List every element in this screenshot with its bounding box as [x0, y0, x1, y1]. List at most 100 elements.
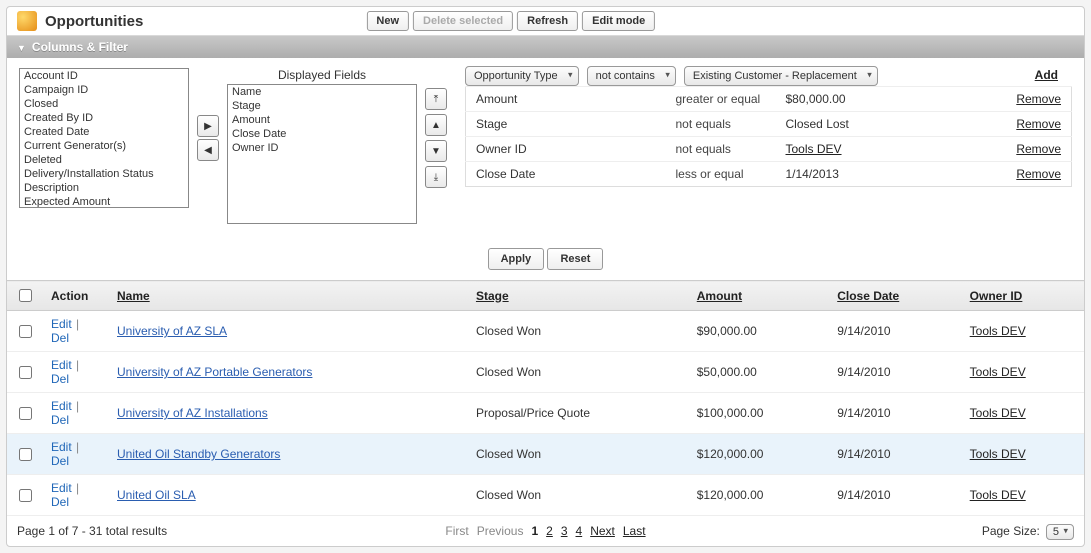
displayed-fields-label: Displayed Fields	[278, 68, 366, 82]
available-field-option[interactable]: Expected Amount	[20, 195, 188, 208]
row-delete-link[interactable]: Del	[51, 495, 69, 509]
columns-filter-toggle[interactable]: Columns & Filter	[7, 36, 1084, 58]
available-field-option[interactable]: Created By ID	[20, 111, 188, 125]
displayed-fields-list[interactable]: NameStageAmountClose DateOwner ID	[227, 84, 417, 224]
filter-field-select[interactable]: Opportunity Type	[465, 66, 579, 86]
move-up-button[interactable]: ▲	[425, 114, 447, 136]
pager-page-4[interactable]: 4	[576, 524, 583, 538]
pager-next[interactable]: Next	[590, 524, 615, 538]
pager-page-1[interactable]: 1	[531, 524, 538, 538]
move-right-button[interactable]: ▶	[197, 115, 219, 137]
row-owner-link[interactable]: Tools DEV	[970, 447, 1026, 461]
filter-value: $80,000.00	[786, 92, 846, 106]
page-size-select[interactable]: 5	[1046, 524, 1074, 540]
displayed-field-option[interactable]: Close Date	[228, 127, 416, 141]
filter-value-select[interactable]: Existing Customer - Replacement	[684, 66, 878, 86]
row-name-link[interactable]: University of AZ SLA	[117, 324, 227, 338]
displayed-field-option[interactable]: Name	[228, 85, 416, 99]
filter-remove-link[interactable]: Remove	[1016, 167, 1061, 181]
row-edit-link[interactable]: Edit	[51, 317, 72, 331]
pager-first[interactable]: First	[445, 524, 468, 538]
edit-mode-button[interactable]: Edit mode	[582, 11, 655, 31]
available-field-option[interactable]: Created Date	[20, 125, 188, 139]
filter-value-link[interactable]: Tools DEV	[786, 142, 842, 156]
row-checkbox[interactable]	[19, 407, 32, 420]
move-top-button[interactable]: ⤒	[425, 88, 447, 110]
pager-last[interactable]: Last	[623, 524, 646, 538]
select-all-checkbox[interactable]	[19, 289, 32, 302]
pager-page-3[interactable]: 3	[561, 524, 568, 538]
filter-op: less or equal	[666, 162, 776, 187]
available-field-option[interactable]: Campaign ID	[20, 83, 188, 97]
available-field-option[interactable]: Account ID	[20, 69, 188, 83]
row-stage: Closed Won	[468, 434, 689, 475]
filter-add-link[interactable]: Add	[1035, 68, 1058, 82]
row-edit-link[interactable]: Edit	[51, 399, 72, 413]
results-table: Action Name Stage Amount Close Date Owne…	[7, 280, 1084, 516]
row-delete-link[interactable]: Del	[51, 454, 69, 468]
filter-remove-link[interactable]: Remove	[1016, 117, 1061, 131]
pager-summary: Page 1 of 7 - 31 total results	[17, 524, 167, 538]
col-stage[interactable]: Stage	[468, 281, 689, 311]
opportunities-icon	[17, 11, 37, 31]
filter-op-select[interactable]: not contains	[587, 66, 676, 86]
row-amount: $50,000.00	[689, 352, 829, 393]
delete-selected-button[interactable]: Delete selected	[413, 11, 513, 31]
row-stage: Closed Won	[468, 352, 689, 393]
row-close: 9/14/2010	[829, 352, 961, 393]
row-checkbox[interactable]	[19, 448, 32, 461]
filter-value: Closed Lost	[786, 117, 849, 131]
row-checkbox[interactable]	[19, 325, 32, 338]
available-field-option[interactable]: Current Generator(s)	[20, 139, 188, 153]
row-name-link[interactable]: United Oil SLA	[117, 488, 196, 502]
filter-conditions-table: Amountgreater or equal$80,000.00RemoveSt…	[465, 86, 1072, 187]
new-button[interactable]: New	[366, 11, 409, 31]
filter-remove-link[interactable]: Remove	[1016, 142, 1061, 156]
row-name-link[interactable]: University of AZ Installations	[117, 406, 268, 420]
row-delete-link[interactable]: Del	[51, 331, 69, 345]
row-edit-link[interactable]: Edit	[51, 481, 72, 495]
row-owner-link[interactable]: Tools DEV	[970, 488, 1026, 502]
col-name[interactable]: Name	[109, 281, 468, 311]
row-amount: $120,000.00	[689, 475, 829, 516]
available-field-option[interactable]: Deleted	[20, 153, 188, 167]
row-amount: $120,000.00	[689, 434, 829, 475]
filter-op: not equals	[666, 112, 776, 137]
displayed-field-option[interactable]: Stage	[228, 99, 416, 113]
col-owner[interactable]: Owner ID	[962, 281, 1084, 311]
available-field-option[interactable]: Closed	[20, 97, 188, 111]
row-edit-link[interactable]: Edit	[51, 440, 72, 454]
row-checkbox[interactable]	[19, 366, 32, 379]
move-bottom-button[interactable]: ⤓	[425, 166, 447, 188]
refresh-button[interactable]: Refresh	[517, 11, 578, 31]
row-stage: Closed Won	[468, 311, 689, 352]
row-owner-link[interactable]: Tools DEV	[970, 324, 1026, 338]
row-delete-link[interactable]: Del	[51, 413, 69, 427]
move-left-button[interactable]: ◀	[197, 139, 219, 161]
col-close[interactable]: Close Date	[829, 281, 961, 311]
row-name-link[interactable]: United Oil Standby Generators	[117, 447, 280, 461]
reset-button[interactable]: Reset	[547, 248, 603, 270]
row-checkbox[interactable]	[19, 489, 32, 502]
row-owner-link[interactable]: Tools DEV	[970, 406, 1026, 420]
pager-prev[interactable]: Previous	[477, 524, 524, 538]
row-edit-link[interactable]: Edit	[51, 358, 72, 372]
col-amount[interactable]: Amount	[689, 281, 829, 311]
row-owner-link[interactable]: Tools DEV	[970, 365, 1026, 379]
move-down-button[interactable]: ▼	[425, 140, 447, 162]
filter-field: Amount	[466, 87, 666, 112]
available-fields-list[interactable]: Account IDCampaign IDClosedCreated By ID…	[19, 68, 189, 208]
displayed-field-option[interactable]: Owner ID	[228, 141, 416, 155]
filter-field: Owner ID	[466, 137, 666, 162]
row-name-link[interactable]: University of AZ Portable Generators	[117, 365, 312, 379]
filter-op: greater or equal	[666, 87, 776, 112]
available-field-option[interactable]: Delivery/Installation Status	[20, 167, 188, 181]
pager-page-2[interactable]: 2	[546, 524, 553, 538]
displayed-field-option[interactable]: Amount	[228, 113, 416, 127]
col-action: Action	[43, 281, 109, 311]
filter-op: not equals	[666, 137, 776, 162]
filter-remove-link[interactable]: Remove	[1016, 92, 1061, 106]
row-delete-link[interactable]: Del	[51, 372, 69, 386]
apply-button[interactable]: Apply	[488, 248, 545, 270]
available-field-option[interactable]: Description	[20, 181, 188, 195]
